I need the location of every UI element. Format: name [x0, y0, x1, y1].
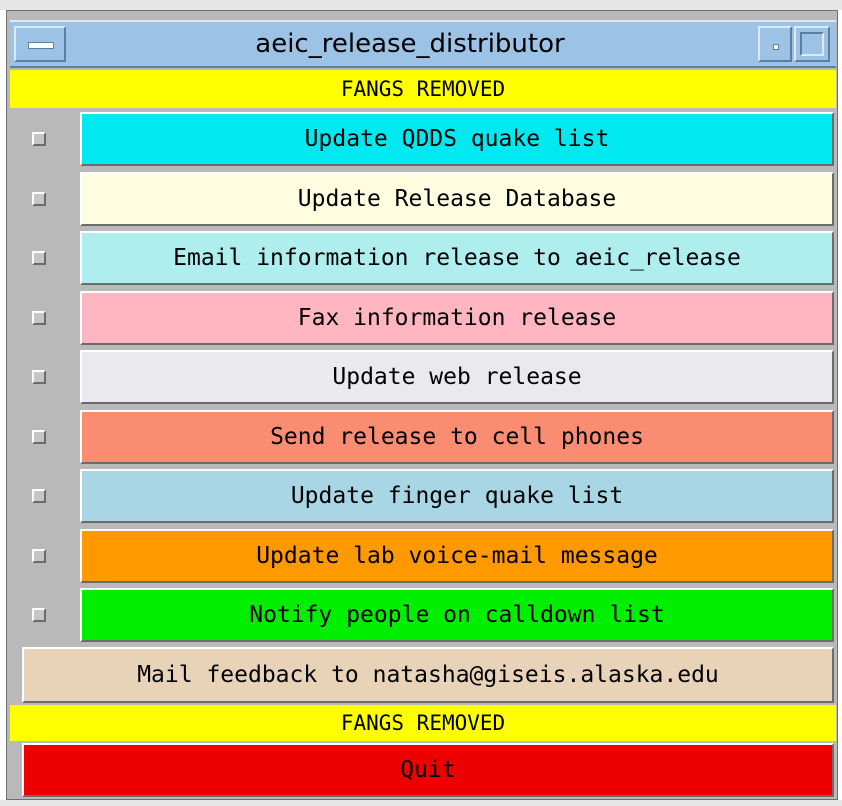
- task-button[interactable]: Update finger quake list: [80, 469, 834, 523]
- task-row: Update finger quake list: [10, 467, 836, 525]
- task-row: Email information release to aeic_releas…: [10, 229, 836, 287]
- task-row: Send release to cell phones: [10, 408, 836, 466]
- quit-button[interactable]: Quit: [22, 743, 834, 797]
- checkbox-cell: [10, 110, 76, 168]
- task-button[interactable]: Notify people on calldown list: [80, 588, 834, 642]
- window-frame-bottom: [0, 800, 842, 806]
- task-row: Notify people on calldown list: [10, 586, 836, 644]
- task-row: Update QDDS quake list: [10, 110, 836, 168]
- task-button[interactable]: Update lab voice-mail message: [80, 529, 834, 583]
- task-row: Update web release: [10, 348, 836, 406]
- task-checkbox[interactable]: [32, 489, 46, 503]
- checkbox-cell: [10, 348, 76, 406]
- checkbox-cell: [10, 586, 76, 644]
- maximize-button[interactable]: [794, 26, 830, 62]
- checkbox-cell: [10, 170, 76, 228]
- status-banner-top: FANGS REMOVED: [10, 70, 836, 108]
- task-checkbox[interactable]: [32, 132, 46, 146]
- window-menu-icon: [28, 42, 54, 49]
- title-bar[interactable]: aeic_release_distributor: [10, 20, 836, 68]
- task-checkbox[interactable]: [32, 430, 46, 444]
- task-button[interactable]: Update web release: [80, 350, 834, 404]
- checkbox-cell: [10, 467, 76, 525]
- window-menu-button[interactable]: [14, 26, 66, 62]
- task-checkbox[interactable]: [32, 251, 46, 265]
- task-checkbox[interactable]: [32, 370, 46, 384]
- window-title: aeic_release_distributor: [255, 29, 565, 59]
- task-row: Fax information release: [10, 289, 836, 347]
- task-row: Update Release Database: [10, 170, 836, 228]
- mail-feedback-button[interactable]: Mail feedback to natasha@giseis.alaska.e…: [22, 647, 834, 703]
- task-checkbox[interactable]: [32, 192, 46, 206]
- minimize-icon: [773, 44, 779, 50]
- status-banner-bottom: FANGS REMOVED: [10, 705, 836, 741]
- task-button[interactable]: Update Release Database: [80, 172, 834, 226]
- checkbox-cell: [10, 408, 76, 466]
- minimize-button[interactable]: [758, 26, 792, 62]
- checkbox-cell: [10, 527, 76, 585]
- task-button[interactable]: Email information release to aeic_releas…: [80, 231, 834, 285]
- task-button[interactable]: Send release to cell phones: [80, 410, 834, 464]
- task-checkbox[interactable]: [32, 311, 46, 325]
- task-button[interactable]: Fax information release: [80, 291, 834, 345]
- window-frame-top: [0, 0, 842, 10]
- checkbox-cell: [10, 289, 76, 347]
- task-row: Update lab voice-mail message: [10, 527, 836, 585]
- task-checkbox[interactable]: [32, 549, 46, 563]
- maximize-icon: [800, 32, 824, 56]
- checkbox-cell: [10, 229, 76, 287]
- task-checkbox[interactable]: [32, 608, 46, 622]
- task-button[interactable]: Update QDDS quake list: [80, 112, 834, 166]
